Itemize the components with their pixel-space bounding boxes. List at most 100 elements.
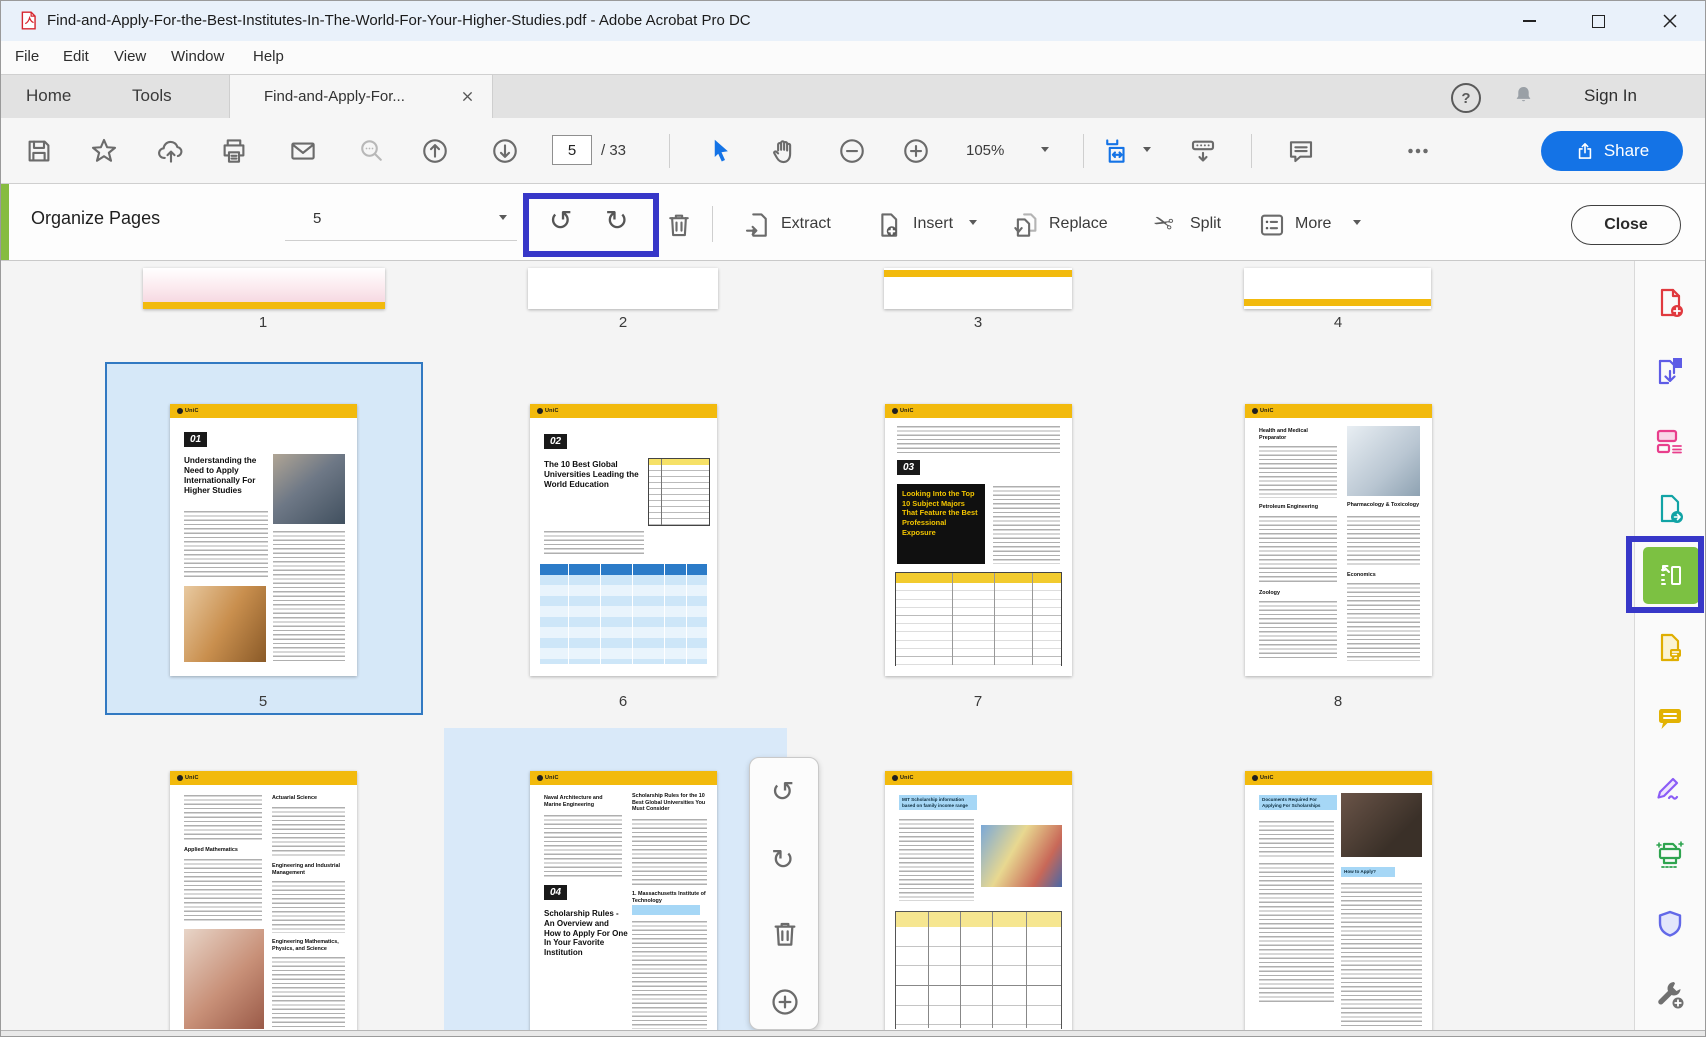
help-icon[interactable]: ? bbox=[1451, 83, 1481, 113]
thumbnail-page-1[interactable] bbox=[143, 268, 385, 309]
zoom-dropdown-caret[interactable] bbox=[1041, 147, 1049, 152]
zoom-in-icon[interactable] bbox=[901, 136, 931, 171]
page-label-8: 8 bbox=[1318, 693, 1358, 710]
fit-dropdown-caret[interactable] bbox=[1143, 147, 1151, 152]
close-organize-button[interactable]: Close bbox=[1571, 205, 1681, 245]
thumbnail-page-2[interactable] bbox=[528, 268, 718, 309]
title-bar: Find-and-Apply-For-the-Best-Institutes-I… bbox=[1, 1, 1706, 41]
zoom-out-icon[interactable] bbox=[837, 136, 867, 171]
share-button[interactable]: Share bbox=[1541, 131, 1683, 171]
thumbnail-page-5[interactable]: UniC 01 Understanding the Need to Apply … bbox=[170, 404, 357, 676]
text-block bbox=[1259, 446, 1337, 498]
brand-logo: UniC bbox=[177, 775, 199, 781]
extract-button[interactable]: Extract bbox=[781, 215, 831, 233]
scan-ocr-icon[interactable] bbox=[1653, 839, 1687, 878]
convert-pdf-icon[interactable] bbox=[1653, 492, 1687, 531]
menu-bar: File Edit View Window Help bbox=[1, 41, 1706, 74]
page-range-field[interactable]: 5 bbox=[313, 210, 321, 227]
more-caret[interactable] bbox=[1353, 220, 1361, 225]
tab-home[interactable]: Home bbox=[26, 86, 71, 106]
more-button[interactable]: More bbox=[1295, 215, 1331, 233]
delete-page-button[interactable] bbox=[664, 210, 694, 245]
delete-thumb-button[interactable] bbox=[769, 918, 801, 955]
maximize-button[interactable] bbox=[1570, 1, 1626, 41]
organize-pages-bar: Organize Pages 5 ↺ ↻ Extract Insert Repl… bbox=[1, 184, 1706, 261]
photo-students bbox=[981, 825, 1062, 887]
menu-file[interactable]: File bbox=[15, 48, 39, 65]
more-tools-icon[interactable] bbox=[1653, 977, 1687, 1016]
cover-gradient bbox=[143, 268, 385, 302]
menu-edit[interactable]: Edit bbox=[63, 48, 89, 65]
replace-icon[interactable] bbox=[1011, 210, 1041, 245]
thumbnail-page-3[interactable] bbox=[884, 268, 1072, 309]
thumbnail-page-8[interactable]: UniC Health and Medical Preparator Petro… bbox=[1245, 404, 1432, 676]
rotate-right-thumb-button[interactable]: ↻ bbox=[771, 846, 794, 874]
export-pdf-icon[interactable] bbox=[1653, 355, 1687, 394]
fill-sign-icon[interactable] bbox=[1653, 769, 1687, 808]
edit-pdf-icon[interactable] bbox=[1653, 424, 1687, 463]
text-block bbox=[272, 957, 345, 1027]
menu-view[interactable]: View bbox=[114, 48, 146, 65]
organize-pages-title: Organize Pages bbox=[31, 208, 160, 229]
page-label-5: 5 bbox=[243, 693, 283, 710]
insert-icon[interactable] bbox=[873, 210, 903, 245]
request-signatures-icon[interactable] bbox=[1653, 631, 1687, 670]
text-block bbox=[184, 859, 262, 921]
pointer-icon[interactable] bbox=[706, 136, 736, 171]
insert-caret[interactable] bbox=[969, 220, 977, 225]
thumbnail-page-12[interactable]: UniC Documents Required For Applying For… bbox=[1245, 771, 1432, 1030]
protect-icon[interactable] bbox=[1653, 908, 1687, 947]
insert-thumb-button[interactable] bbox=[769, 986, 801, 1023]
extract-icon[interactable] bbox=[742, 210, 772, 245]
rotate-left-thumb-button[interactable]: ↺ bbox=[771, 778, 794, 806]
photo-warm-shelves bbox=[184, 586, 266, 662]
replace-button[interactable]: Replace bbox=[1049, 215, 1108, 233]
tab-tools[interactable]: Tools bbox=[132, 86, 172, 106]
hand-icon[interactable] bbox=[769, 136, 799, 171]
page12-box2: How to Apply? bbox=[1341, 867, 1395, 877]
insert-button[interactable]: Insert bbox=[913, 215, 953, 233]
section-badge: 04 bbox=[544, 885, 567, 900]
collapse-toolbar-icon[interactable] bbox=[1188, 136, 1218, 171]
thumbnail-page-10[interactable]: UniC Naval Architecture and Marine Engin… bbox=[530, 771, 717, 1030]
sign-in-button[interactable]: Sign In bbox=[1584, 86, 1637, 106]
menu-window[interactable]: Window bbox=[171, 48, 224, 65]
previous-page-icon[interactable] bbox=[420, 136, 450, 171]
split-icon[interactable]: ✂ bbox=[1150, 207, 1177, 240]
more-icon[interactable] bbox=[1257, 210, 1287, 245]
bell-icon[interactable] bbox=[1511, 83, 1536, 113]
share-icon bbox=[1575, 141, 1595, 161]
next-page-icon[interactable] bbox=[490, 136, 520, 171]
thumbnail-page-7[interactable]: UniC 03 Looking Into the Top 10 Subject … bbox=[885, 404, 1072, 676]
close-window-button[interactable] bbox=[1642, 1, 1698, 41]
text-block bbox=[272, 807, 345, 857]
star-icon[interactable] bbox=[89, 136, 119, 171]
zoom-level-value[interactable]: 105% bbox=[966, 142, 1004, 159]
close-tab-icon[interactable] bbox=[462, 91, 473, 102]
thumbnail-page-9[interactable]: UniC Applied Mathematics Actuarial Scien… bbox=[170, 771, 357, 1030]
page9-h2: Actuarial Science bbox=[272, 795, 345, 802]
maximize-icon bbox=[1592, 15, 1605, 28]
search-icon[interactable] bbox=[357, 136, 387, 171]
thumbnail-page-6[interactable]: UniC 02 The 10 Best Global Universities … bbox=[530, 404, 717, 676]
email-icon[interactable] bbox=[288, 136, 318, 171]
create-pdf-icon[interactable] bbox=[1653, 286, 1687, 325]
comment-tool-icon[interactable] bbox=[1653, 702, 1687, 741]
cloud-upload-icon[interactable] bbox=[156, 136, 186, 171]
page-number-input[interactable]: 5 bbox=[552, 135, 592, 165]
text-block bbox=[273, 531, 345, 661]
save-button[interactable] bbox=[24, 136, 54, 171]
minimize-button[interactable] bbox=[1501, 1, 1557, 41]
thumbnail-page-4[interactable] bbox=[1244, 268, 1431, 309]
page-range-caret[interactable] bbox=[499, 215, 507, 220]
tab-document[interactable]: Find-and-Apply-For... bbox=[229, 75, 493, 119]
ellipsis-icon[interactable] bbox=[1403, 136, 1433, 171]
print-button[interactable] bbox=[219, 136, 249, 171]
comment-icon[interactable] bbox=[1286, 136, 1316, 171]
menu-help[interactable]: Help bbox=[253, 48, 284, 65]
split-button[interactable]: Split bbox=[1190, 215, 1221, 233]
promo-box: Looking Into the Top 10 Subject Majors T… bbox=[897, 484, 985, 564]
fit-width-icon[interactable] bbox=[1101, 136, 1131, 171]
page-label-2: 2 bbox=[603, 314, 643, 331]
thumbnail-page-11[interactable]: UniC MIT Scholarship information based o… bbox=[885, 771, 1072, 1030]
